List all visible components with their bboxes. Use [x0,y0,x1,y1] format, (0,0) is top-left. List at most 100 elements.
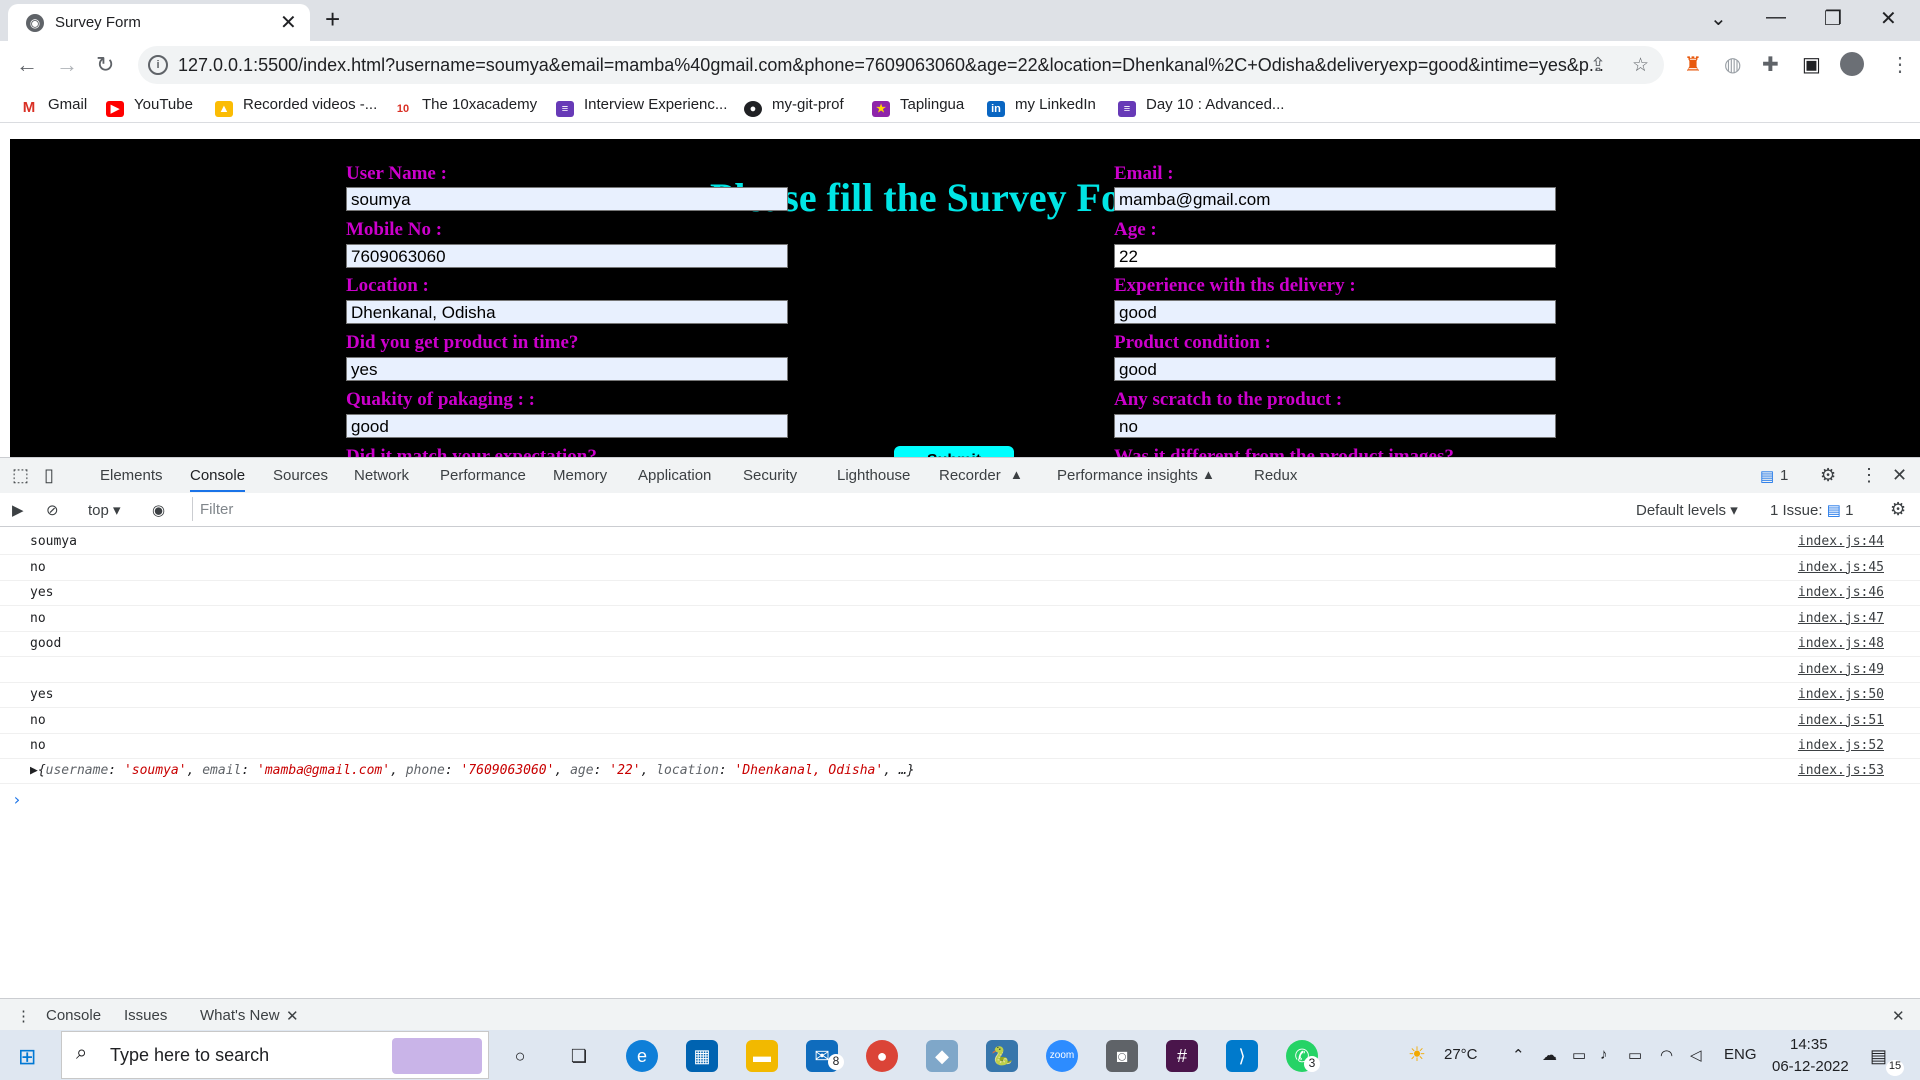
share-icon[interactable]: ⇪ [1590,54,1606,77]
bookmark[interactable]: in my LinkedIn [987,96,1096,117]
sidebar-toggle-icon[interactable]: ▶ [12,501,24,519]
camera-icon[interactable]: ◙ [1106,1040,1138,1072]
notification-icon[interactable]: ▤ [1870,1046,1887,1067]
minimize-button[interactable]: — [1766,6,1786,29]
source-link[interactable]: index.js:44 [1798,534,1884,549]
cortana-icon[interactable]: ○ [504,1040,536,1072]
context-select[interactable]: top ▾ [88,501,121,519]
zoom-icon[interactable]: zoom [1046,1040,1078,1072]
menu-icon[interactable]: ⋮ [1890,52,1910,77]
source-link[interactable]: index.js:48 [1798,636,1884,651]
onedrive-icon[interactable]: ☁ [1542,1046,1557,1064]
issues-button[interactable]: 1 Issue: ▤ 1 [1770,501,1853,519]
edge-icon[interactable]: e [626,1040,658,1072]
vscode-icon[interactable]: ⟩ [1226,1040,1258,1072]
tab-recorder[interactable]: Recorder [939,467,1001,484]
close-icon[interactable]: ✕ [1892,465,1907,486]
close-icon[interactable]: ✕ [286,1007,299,1025]
close-icon[interactable]: ✕ [280,10,297,35]
sidepanel-icon[interactable]: ▣ [1802,52,1821,77]
source-link[interactable]: index.js:52 [1798,738,1884,753]
clock-date[interactable]: 06-12-2022 [1772,1058,1849,1075]
close-window-button[interactable]: ✕ [1880,6,1897,31]
taskbar-search[interactable]: ⌕ Type here to search [61,1031,489,1079]
scratch-input[interactable]: no [1114,414,1556,438]
tab-redux[interactable]: Redux [1254,467,1297,484]
eye-icon[interactable]: ◉ [152,501,165,519]
location-input[interactable]: Dhenkanal, Odisha [346,300,788,324]
tab-performance[interactable]: Performance [440,467,526,484]
source-link[interactable]: index.js:51 [1798,713,1884,728]
bookmark[interactable]: 10 The 10xacademy [394,96,537,117]
bookmark[interactable]: ● my-git-prof [744,96,844,117]
bookmark[interactable]: ▶ YouTube [106,96,193,117]
expand-arrow-icon[interactable]: ▶ [30,763,38,778]
tab-lighthouse[interactable]: Lighthouse [837,467,910,484]
bookmark[interactable]: ≡ Interview Experienc... [556,96,727,117]
console-prompt[interactable]: › [12,790,22,809]
store-icon[interactable]: ▦ [686,1040,718,1072]
mobile-input[interactable]: 7609063060 [344,242,790,270]
slack-icon[interactable]: # [1166,1040,1198,1072]
clock-time[interactable]: 14:35 [1790,1036,1828,1053]
email-input[interactable]: mamba@gmail.com [1114,187,1556,211]
drawer-tab-whats-new[interactable]: What's New [200,1007,280,1032]
puzzle-icon[interactable]: ✚ [1762,52,1779,77]
close-drawer-icon[interactable]: ✕ [1892,1007,1905,1025]
avatar[interactable] [1840,52,1864,76]
bookmark[interactable]: M Gmail [20,96,87,116]
gear-icon[interactable]: ⚙ [1890,499,1906,520]
more-icon[interactable]: ⋮ [1860,465,1878,486]
tray-expand-icon[interactable]: ⌃ [1512,1046,1525,1064]
back-button[interactable]: ← [16,52,38,78]
bookmark[interactable]: ▲ Recorded videos -... [215,96,377,117]
source-link[interactable]: index.js:53 [1798,763,1884,778]
console-object-row[interactable]: ▶{username: 'soumya', email: 'mamba@gmai… [0,758,1920,784]
info-icon[interactable]: i [148,55,168,75]
extension-icon[interactable]: ♜ [1684,52,1702,77]
device-toolbar-icon[interactable]: ▯ [44,465,54,486]
drawer-tab-issues[interactable]: Issues [124,1007,167,1024]
source-link[interactable]: index.js:49 [1798,662,1884,677]
gear-icon[interactable]: ⚙ [1820,465,1836,486]
source-link[interactable]: index.js:45 [1798,560,1884,575]
reload-button[interactable]: ↻ [96,52,114,78]
source-link[interactable]: index.js:50 [1798,687,1884,702]
drawer-menu-icon[interactable]: ⋮ [16,1007,31,1025]
forward-button[interactable]: → [56,52,78,78]
mic-icon[interactable]: ♪ [1600,1046,1608,1063]
language-indicator[interactable]: ENG [1724,1046,1757,1063]
file-explorer-icon[interactable]: ▬ [746,1040,778,1072]
device-icon[interactable]: ▭ [1572,1046,1586,1064]
tab-memory[interactable]: Memory [553,467,607,484]
drawer-tab-console[interactable]: Console [46,1007,101,1024]
source-link[interactable]: index.js:46 [1798,585,1884,600]
packaging-input[interactable]: good [346,414,788,438]
volume-icon[interactable]: ◁ [1690,1046,1702,1064]
weather-temp[interactable]: 27°C [1444,1046,1478,1063]
star-icon[interactable]: ☆ [1632,54,1649,77]
chevron-down-icon[interactable]: ⌄ [1710,6,1727,31]
weather-icon[interactable]: ☀ [1408,1042,1426,1067]
tab-application[interactable]: Application [638,467,711,484]
issues-badge[interactable]: 1 [1780,467,1788,484]
python-icon[interactable]: 🐍 [986,1040,1018,1072]
username-input[interactable]: soumya [346,187,788,211]
intime-input[interactable]: yes [346,357,788,381]
windows-start-icon[interactable]: ⊞ [18,1044,36,1070]
restore-button[interactable]: ❐ [1824,6,1842,31]
extension-icon[interactable]: ◍ [1724,52,1741,77]
delivery-input[interactable]: good [1114,300,1556,324]
app-icon[interactable]: ◆ [926,1040,958,1072]
inspect-icon[interactable]: ⬚ [12,465,29,486]
tab-elements[interactable]: Elements [100,467,163,484]
levels-dropdown[interactable]: Default levels ▾ [1636,501,1738,519]
source-link[interactable]: index.js:47 [1798,611,1884,626]
tab-console[interactable]: Console [190,467,246,492]
filter-box[interactable] [192,497,1625,521]
tab-network[interactable]: Network [354,467,409,484]
age-input[interactable]: 22 [1114,244,1556,268]
tab-performance-insights[interactable]: Performance insights [1057,467,1198,484]
issues-icon[interactable]: ▤ [1760,467,1774,485]
bookmark[interactable]: ★ Taplingua [872,96,964,117]
